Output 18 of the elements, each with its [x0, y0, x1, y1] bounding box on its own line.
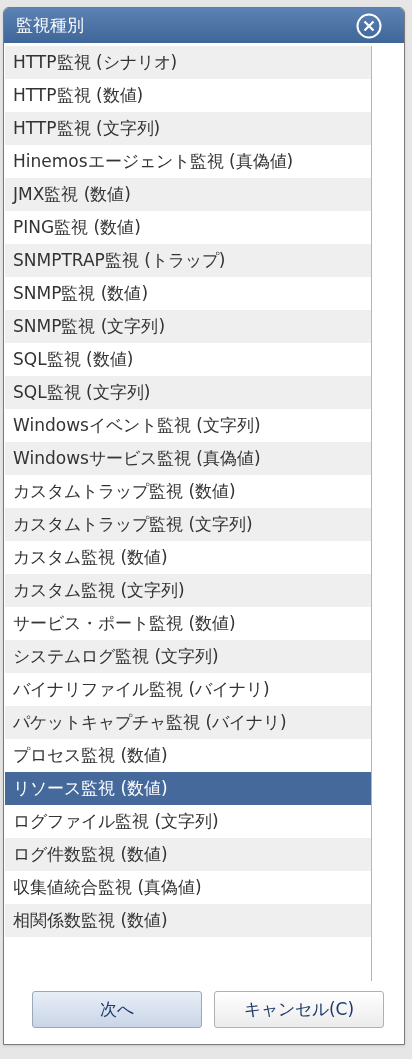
- next-button[interactable]: 次へ: [32, 991, 202, 1028]
- list-item[interactable]: HTTP監視 (文字列): [5, 112, 371, 145]
- list-item[interactable]: リソース監視 (数値): [5, 772, 371, 805]
- list-item[interactable]: SQL監視 (文字列): [5, 376, 371, 409]
- list-item[interactable]: HTTP監視 (シナリオ): [5, 46, 371, 79]
- list-item[interactable]: ログ件数監視 (数値): [5, 838, 371, 871]
- list-item[interactable]: Windowsサービス監視 (真偽値): [5, 442, 371, 475]
- list-item[interactable]: SNMPTRAP監視 (トラップ): [5, 244, 371, 277]
- list-item[interactable]: 相関係数監視 (数値): [5, 904, 371, 937]
- list-item[interactable]: カスタム監視 (文字列): [5, 574, 371, 607]
- list-item[interactable]: システムログ監視 (文字列): [5, 640, 371, 673]
- cancel-button[interactable]: キャンセル(C): [214, 991, 384, 1028]
- list-item[interactable]: JMX監視 (数値): [5, 178, 371, 211]
- dialog-title: 監視種別: [16, 13, 84, 37]
- list-item[interactable]: SNMP監視 (文字列): [5, 310, 371, 343]
- list-item[interactable]: カスタムトラップ監視 (文字列): [5, 508, 371, 541]
- list-item[interactable]: パケットキャプチャ監視 (バイナリ): [5, 706, 371, 739]
- close-icon[interactable]: [356, 12, 382, 39]
